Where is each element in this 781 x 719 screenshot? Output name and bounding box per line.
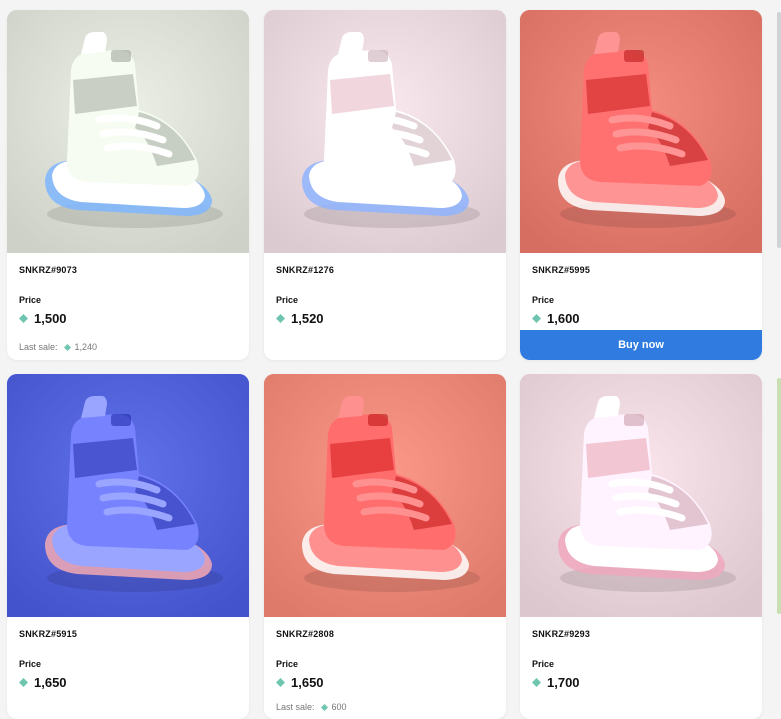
price-label: Price [19, 295, 42, 305]
token-name: SNKRZ#5995 [532, 265, 591, 275]
last-sale-label: Last sale: [19, 342, 58, 352]
diamond-icon [532, 314, 541, 323]
last-sale-label: Last sale: [276, 702, 315, 712]
diamond-icon [276, 314, 285, 323]
diamond-icon [19, 314, 28, 323]
token-name: SNKRZ#1276 [276, 265, 335, 275]
diamond-icon [19, 678, 28, 687]
nft-card[interactable]: SNKRZ#2808 Price 1,650 Last sale: 600 [264, 374, 506, 719]
last-sale-value: 600 [331, 702, 347, 712]
token-name: SNKRZ#9293 [532, 629, 591, 639]
sneaker-image[interactable] [7, 10, 249, 253]
nft-card[interactable]: SNKRZ#9293 Price 1,700 [520, 374, 762, 719]
diamond-icon [63, 343, 71, 351]
nft-card[interactable]: SNKRZ#1276 Price 1,520 [264, 10, 506, 360]
diamond-icon [276, 678, 285, 687]
sneaker-image[interactable] [520, 374, 762, 617]
token-name: SNKRZ#9073 [19, 265, 78, 275]
last-sale: Last sale: 600 [276, 702, 494, 712]
token-name: SNKRZ#5915 [19, 629, 78, 639]
sneaker-image[interactable] [520, 10, 762, 253]
nft-card[interactable]: SNKRZ#5915 Price 1,650 [7, 374, 249, 719]
price-label: Price [276, 295, 299, 305]
price-value: 1,520 [291, 311, 324, 326]
buy-now-button[interactable]: Buy now [520, 330, 762, 360]
price-label: Price [276, 659, 299, 669]
price-value: 1,700 [547, 675, 580, 690]
price-label: Price [532, 659, 555, 669]
nft-card[interactable]: SNKRZ#9073 Price 1,500 Last sale: 1,240 [7, 10, 249, 360]
last-sale-value: 1,240 [74, 342, 98, 352]
token-name: SNKRZ#2808 [276, 629, 335, 639]
sneaker-image[interactable] [7, 374, 249, 617]
price-value: 1,650 [34, 675, 67, 690]
sneaker-image[interactable] [264, 374, 506, 617]
diamond-icon [532, 678, 541, 687]
price-label: Price [19, 659, 42, 669]
diamond-icon [320, 703, 328, 711]
price-label: Price [532, 295, 555, 305]
price-value: 1,650 [291, 675, 324, 690]
last-sale: Last sale: 1,240 [19, 342, 237, 352]
price-value: 1,600 [547, 311, 580, 326]
sneaker-image[interactable] [264, 10, 506, 253]
price-value: 1,500 [34, 311, 67, 326]
nft-card[interactable]: SNKRZ#5995 Price 1,600 Buy now [520, 10, 762, 360]
next-card-edge [777, 378, 781, 614]
next-card-edge [777, 12, 781, 248]
